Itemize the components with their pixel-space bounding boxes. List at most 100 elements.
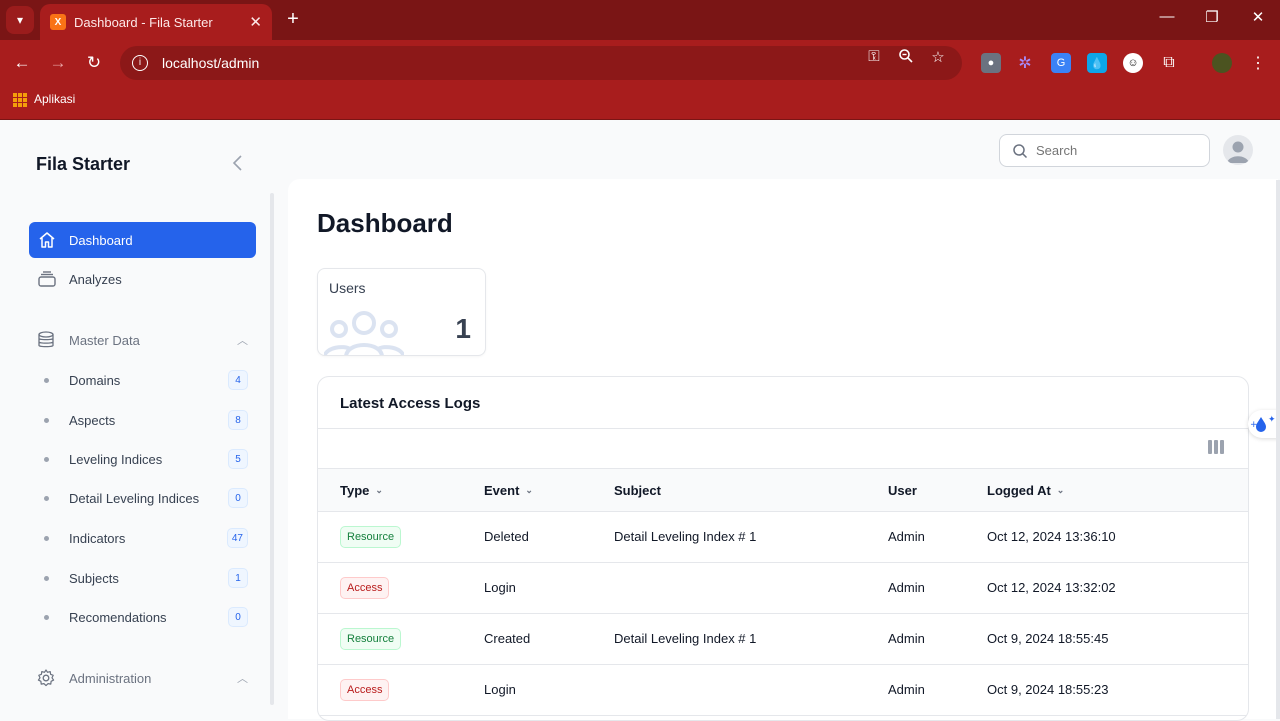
sidebar-item-label: Domains (69, 372, 121, 388)
site-info-icon[interactable]: i (132, 55, 148, 71)
page-scrollbar[interactable] (1276, 180, 1280, 719)
extensions-puzzle-icon[interactable]: ⧉ (1159, 53, 1179, 73)
count-badge: 0 (228, 607, 248, 627)
extension-gear-icon[interactable]: ✲ (1015, 53, 1035, 73)
app-root: Fila Starter Dashboard Analyzes (0, 121, 1280, 721)
group-label: Master Data (69, 332, 140, 348)
bookmark-apps[interactable]: Aplikasi (34, 92, 75, 106)
restore-icon[interactable]: ❐ (1197, 8, 1227, 26)
count-badge: 1 (228, 568, 248, 588)
home-icon (37, 230, 57, 250)
user-cell: Admin (888, 529, 925, 544)
table-header: Type ⌄ Event ⌄ Subject User Logged At ⌄ (318, 468, 1248, 512)
table-row[interactable]: Resource Deleted Detail Leveling Index #… (318, 512, 1248, 563)
bookmarks-bar (0, 86, 1280, 120)
subject-cell: Detail Leveling Index # 1 (614, 631, 757, 646)
page-title: Dashboard (317, 208, 453, 238)
event-cell: Login (484, 580, 516, 595)
sidebar-item-subjects[interactable]: Subjects 1 (44, 563, 248, 593)
sidebar-item-label: Analyzes (69, 271, 122, 287)
count-badge: 47 (226, 528, 248, 548)
bullet-icon (44, 575, 49, 581)
event-cell: Created (484, 631, 531, 646)
sidebar-item-detail-leveling-indices[interactable]: Detail Leveling Indices 0 (44, 483, 248, 513)
stat-label: Users (329, 280, 366, 296)
sidebar-item-aspects[interactable]: Aspects 8 (44, 405, 248, 435)
search-input[interactable] (1036, 143, 1186, 158)
browser-tab-bar: ▾ X Dashboard - Fila Starter ✕ + — ❐ ✕ (0, 0, 1280, 40)
minimize-icon[interactable]: — (1152, 8, 1182, 25)
sidebar-item-recomendations[interactable]: Recomendations 0 (44, 602, 248, 632)
zoom-icon[interactable] (896, 48, 916, 68)
count-badge: 8 (228, 410, 248, 430)
bullet-icon (44, 495, 49, 501)
forward-arrow-icon[interactable]: → (46, 51, 70, 75)
sidebar-scrollbar[interactable] (270, 193, 274, 705)
database-icon (36, 330, 56, 350)
collapse-sidebar-icon[interactable] (232, 154, 252, 174)
table-row[interactable]: Access Login Admin Oct 12, 2024 13:32:02 (318, 563, 1248, 614)
sidebar-item-label: Dashboard (69, 232, 133, 248)
tab-search-button[interactable]: ▾ (6, 6, 34, 34)
extension-face-icon[interactable]: ☺ (1123, 53, 1143, 73)
logged-at-cell: Oct 9, 2024 18:55:23 (987, 682, 1109, 697)
key-icon[interactable]: ⚿ (864, 48, 884, 65)
table-row[interactable]: Access Login Admin Oct 9, 2024 18:55:23 (318, 665, 1248, 716)
reload-icon[interactable]: ↻ (82, 51, 106, 75)
header-event[interactable]: Event ⌄ (484, 483, 533, 498)
sidebar-item-leveling-indices[interactable]: Leveling Indices 5 (44, 444, 248, 474)
gear-icon (36, 668, 56, 688)
sidebar-item-domains[interactable]: Domains 4 (44, 365, 248, 395)
group-master-data[interactable]: Master Data ︿ (36, 330, 248, 350)
global-search[interactable] (999, 134, 1210, 167)
header-user: User (888, 483, 917, 498)
sidebar-item-indicators[interactable]: Indicators 47 (44, 523, 248, 553)
users-icon (324, 311, 404, 355)
browser-menu-icon[interactable]: ⋮ (1248, 53, 1268, 73)
bullet-icon (44, 377, 49, 383)
window-close-icon[interactable]: ✕ (1243, 8, 1273, 26)
table-row[interactable]: Resource Created Detail Leveling Index #… (318, 614, 1248, 665)
extension-drop-icon[interactable]: 💧 (1087, 53, 1107, 73)
event-cell: Deleted (484, 529, 529, 544)
apps-grid-icon[interactable] (13, 93, 27, 107)
bullet-icon (44, 456, 49, 462)
tab-title: Dashboard - Fila Starter (74, 14, 213, 30)
brand-title[interactable]: Fila Starter (36, 154, 130, 175)
bullet-icon (44, 417, 49, 423)
chevron-down-icon: ⌄ (525, 485, 533, 495)
header-logged-at[interactable]: Logged At ⌄ (987, 483, 1064, 498)
new-tab-button[interactable]: + (282, 8, 304, 30)
stack-icon (37, 269, 57, 289)
back-arrow-icon[interactable]: ← (10, 51, 34, 75)
bookmark-star-icon[interactable]: ☆ (928, 48, 948, 66)
column-toggle-icon[interactable] (1208, 440, 1224, 454)
address-bar[interactable]: i localhost/admin (120, 46, 962, 80)
access-logs-table: Latest Access Logs Type ⌄ Event ⌄ Subject … (317, 376, 1249, 721)
chevron-up-icon[interactable]: ︿ (237, 332, 248, 348)
sidebar-item-label: Indicators (69, 530, 126, 546)
header-type[interactable]: Type ⌄ (340, 483, 383, 498)
group-administration[interactable]: Administration ︿ (36, 668, 248, 688)
chevron-up-icon[interactable]: ︿ (237, 670, 248, 686)
translate-icon[interactable]: G (1051, 53, 1071, 73)
sidebar-item-label: Subjects (69, 570, 119, 586)
sidebar-item-label: Detail Leveling Indices (69, 490, 200, 506)
tab-close-icon[interactable]: ✕ (249, 13, 262, 31)
divider (318, 428, 1248, 429)
sidebar-item-analyzes[interactable]: Analyzes (29, 261, 256, 297)
sidebar-item-dashboard[interactable]: Dashboard (29, 222, 256, 258)
sidebar: Dashboard Analyzes Master Data ︿ Domains… (0, 193, 280, 719)
user-avatar[interactable] (1223, 135, 1253, 165)
browser-tab[interactable]: X Dashboard - Fila Starter ✕ (40, 4, 272, 40)
extension-1-icon[interactable]: ● (981, 53, 1001, 73)
profile-avatar[interactable] (1212, 53, 1232, 73)
user-cell: Admin (888, 631, 925, 646)
type-badge: Access (340, 577, 390, 599)
sidebar-item-label: Aspects (69, 412, 116, 428)
url-text: localhost/admin (162, 55, 260, 71)
chevron-down-icon: ⌄ (375, 485, 383, 495)
count-badge: 0 (228, 488, 248, 508)
svg-text:✦: ✦ (1268, 415, 1276, 425)
main-content: Dashboard Users 1 Latest Access Logs Typ… (288, 179, 1278, 721)
